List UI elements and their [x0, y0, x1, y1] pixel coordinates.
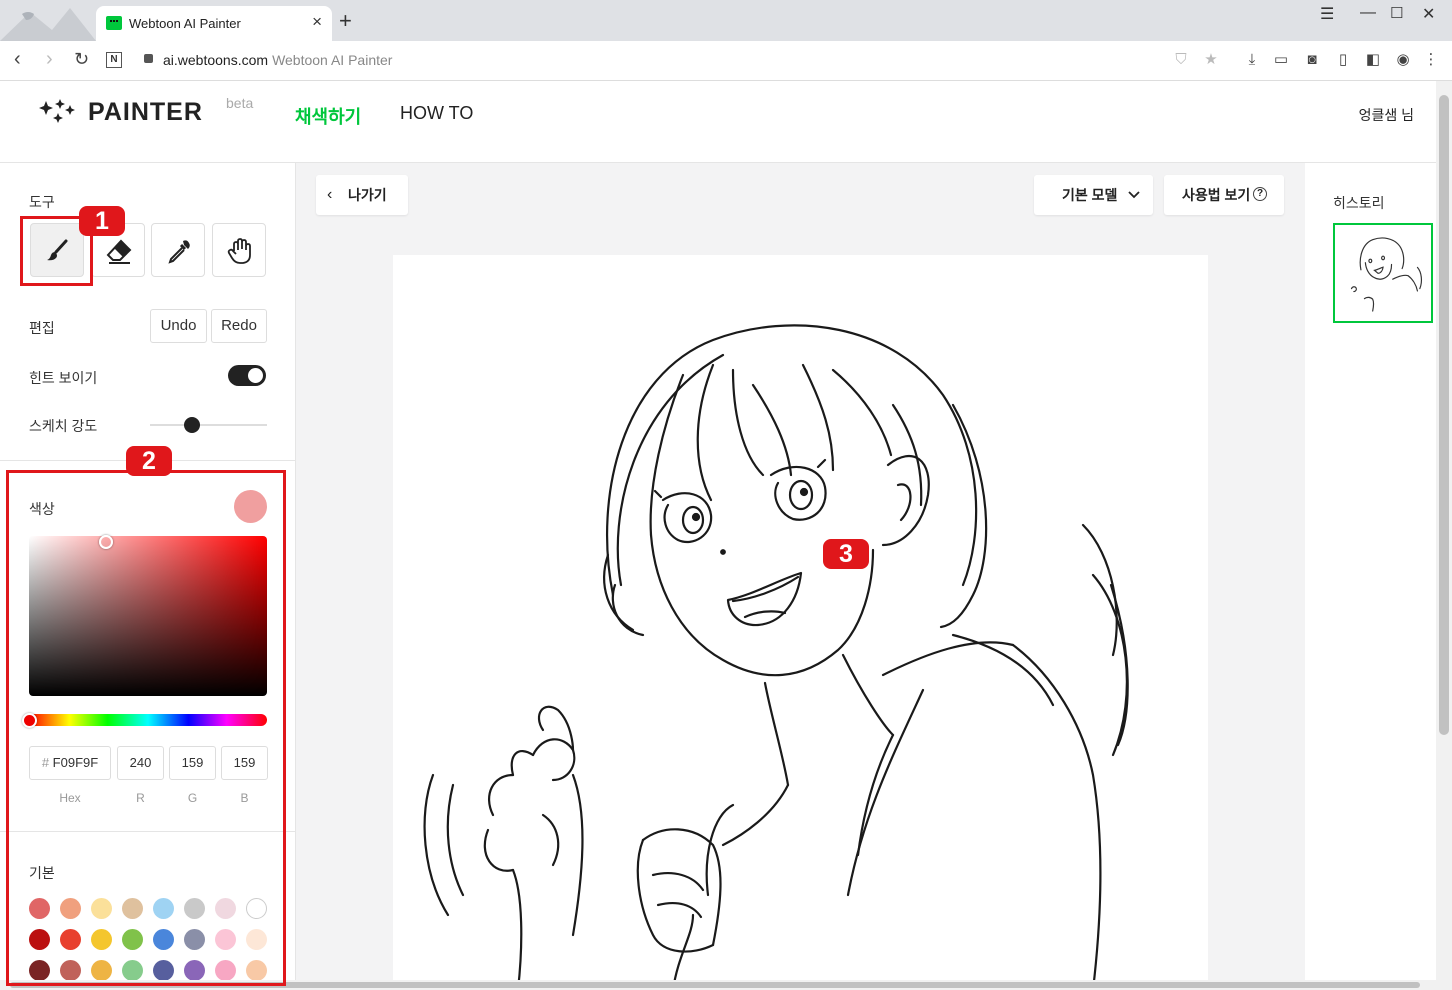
forward-icon[interactable]: › — [46, 49, 53, 69]
redo-button[interactable]: Redo — [211, 309, 267, 343]
tools-label: 도구 — [29, 194, 55, 210]
annotation-badge-2: 2 — [126, 446, 172, 476]
eraser-icon — [106, 239, 132, 264]
webtoon-favicon-icon — [106, 16, 122, 30]
minimize-button[interactable]: — — [1360, 4, 1376, 22]
address-bar: ‹ › ↻ N ai.webtoons.com Webtoon AI Painte… — [0, 41, 1452, 81]
history-label: 히스토리 — [1333, 195, 1385, 211]
guide-label: 사용법 보기 — [1182, 187, 1251, 203]
tab-title: Webtoon AI Painter — [129, 16, 241, 31]
hand-tool-button[interactable] — [212, 223, 266, 277]
guide-button[interactable]: 사용법 보기 ? — [1164, 175, 1284, 215]
url-domain: ai.webtoons.com — [163, 52, 269, 68]
naver-home-icon[interactable]: N — [106, 52, 122, 68]
app-header: PAINTER beta 채색하기 HOW TO 엉클샘 님 — [0, 81, 1436, 163]
highlight-box-color — [6, 470, 286, 986]
canvas-area: ‹ 나가기 기본 모델 사용법 보기 ? — [296, 163, 1305, 990]
eyedropper-tool-button[interactable] — [151, 223, 205, 277]
exit-label: 나가기 — [348, 187, 387, 203]
tab-search-icon[interactable]: ☰ — [1320, 4, 1334, 24]
back-icon[interactable]: ‹ — [14, 49, 21, 69]
bookmark-star-icon[interactable]: ★ — [1202, 51, 1220, 69]
download-icon[interactable]: ⤓ — [1243, 51, 1261, 69]
sketch-illustration — [423, 324, 1129, 990]
history-panel: 히스토리 — [1305, 163, 1436, 990]
sketch-strength-thumb[interactable] — [184, 417, 200, 433]
url-field[interactable]: ai.webtoons.com Webtoon AI Painter — [163, 52, 392, 68]
hint-label: 힌트 보이기 — [29, 370, 98, 386]
maximize-button[interactable]: ☐ — [1390, 4, 1403, 22]
undo-button[interactable]: Undo — [150, 309, 207, 343]
model-select[interactable]: 기본 모델 — [1034, 175, 1153, 215]
sidebar-icon[interactable]: ◧ — [1364, 51, 1382, 69]
lock-icon — [144, 54, 153, 63]
sparkle-icon — [39, 99, 75, 123]
nav-coloring[interactable]: 채색하기 — [295, 103, 361, 129]
eyedropper-icon — [168, 240, 190, 264]
annotation-badge-1: 1 — [79, 206, 125, 236]
beta-label: beta — [226, 95, 254, 111]
edit-label: 편집 — [29, 320, 55, 336]
tab-close-button[interactable]: × — [312, 12, 322, 32]
model-label: 기본 모델 — [1062, 187, 1118, 203]
reload-icon[interactable]: ↻ — [74, 49, 89, 69]
camera-icon[interactable]: ◙ — [1303, 51, 1321, 69]
history-thumbnail-image — [1350, 237, 1423, 312]
vertical-scrollbar-thumb[interactable] — [1439, 95, 1449, 735]
menu-icon[interactable]: ⋮ — [1422, 51, 1440, 69]
chevron-left-icon: ‹ — [327, 186, 333, 203]
help-icon: ? — [1253, 187, 1267, 201]
user-name[interactable]: 엉클샘 님 — [1359, 105, 1414, 125]
shield-icon[interactable]: ⛉ — [1172, 51, 1190, 69]
sketch-strength-label: 스케치 강도 — [29, 418, 98, 434]
chevron-down-icon — [1128, 191, 1140, 199]
new-tab-button[interactable]: + — [339, 10, 352, 32]
history-thumbnail[interactable] — [1333, 223, 1433, 323]
drawing-canvas[interactable] — [393, 255, 1208, 990]
sketch-strength-track[interactable] — [150, 424, 267, 426]
browser-theme-decoration — [0, 8, 96, 41]
hint-toggle[interactable] — [228, 365, 266, 386]
profile-icon[interactable]: ◉ — [1394, 51, 1412, 69]
browser-tab[interactable]: Webtoon AI Painter × — [96, 6, 332, 41]
logo-text: PAINTER — [88, 98, 203, 126]
hand-icon — [227, 238, 251, 264]
nav-how-to[interactable]: HOW TO — [400, 103, 473, 124]
browser-tab-bar: Webtoon AI Painter × + ☰ — ☐ ✕ — [0, 0, 1452, 41]
annotation-badge-3: 3 — [823, 539, 869, 569]
reader-icon[interactable]: ▯ — [1334, 51, 1352, 69]
video-icon[interactable]: ▭ — [1272, 51, 1290, 69]
exit-button[interactable]: ‹ 나가기 — [316, 175, 408, 215]
window-close-button[interactable]: ✕ — [1422, 4, 1435, 24]
url-page-title: Webtoon AI Painter — [272, 52, 393, 68]
